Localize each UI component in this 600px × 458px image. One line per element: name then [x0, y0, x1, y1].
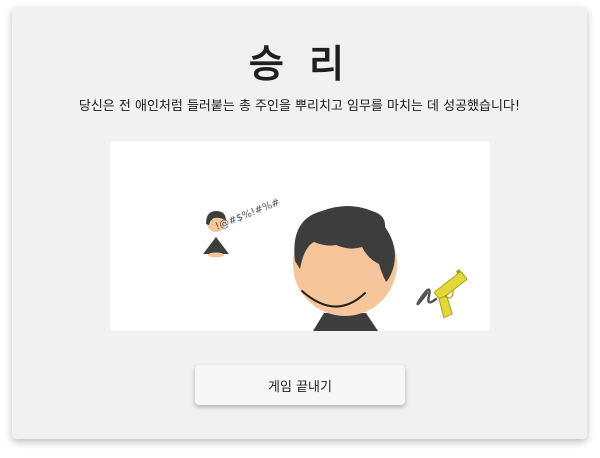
end-game-button[interactable]: 게임 끝내기: [195, 365, 405, 405]
victory-card: 승 리 당신은 전 애인처럼 들러붙는 총 주인을 뿌리치고 임무를 마치는 데…: [12, 7, 587, 439]
motion-squiggle: [416, 288, 438, 306]
victory-message: 당신은 전 애인처럼 들러붙는 총 주인을 뿌리치고 임무를 마치는 데 성공했…: [78, 99, 521, 114]
page-title: 승 리: [248, 42, 351, 86]
player-character: [293, 206, 397, 331]
victory-illustration: !@#$%!#%#: [110, 141, 490, 331]
gun-icon: [434, 269, 468, 319]
